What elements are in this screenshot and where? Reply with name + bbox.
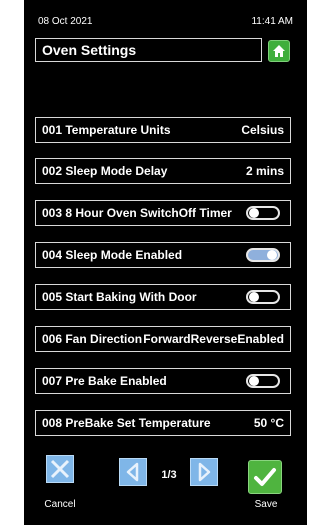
setting-sleep-mode-delay[interactable]: 002 Sleep Mode Delay 2 mins: [35, 158, 291, 184]
setting-label: 008 PreBake Set Temperature: [42, 416, 211, 430]
toggle-switch-off[interactable]: [246, 374, 280, 388]
status-time: 11:41 AM: [251, 16, 293, 27]
cancel-button[interactable]: [46, 455, 74, 483]
oven-screen: 08 Oct 2021 11:41 AM Oven Settings 001 T…: [24, 0, 307, 525]
setting-temperature-units[interactable]: 001 Temperature Units Celsius: [35, 117, 291, 143]
previous-page-button[interactable]: [119, 458, 147, 486]
setting-value: Celsius: [241, 123, 284, 137]
status-bar: 08 Oct 2021 11:41 AM: [38, 16, 293, 30]
setting-label: 006 Fan Direction: [42, 332, 143, 346]
setting-value: ForwardReverseEnabled: [143, 332, 284, 346]
chevron-left-icon: [120, 459, 146, 485]
setting-value: 50 °C: [253, 416, 284, 430]
toggle-knob: [249, 208, 259, 218]
toggle-knob: [249, 376, 259, 386]
setting-sleep-mode-enabled[interactable]: 004 Sleep Mode Enabled: [35, 242, 291, 268]
cancel-label: Cancel: [44, 499, 76, 510]
page-title: Oven Settings: [35, 38, 262, 62]
setting-fan-direction[interactable]: 006 Fan Direction ForwardReverseEnabled: [35, 326, 291, 352]
toggle-switch-on[interactable]: [246, 248, 280, 262]
setting-value: 2 mins: [245, 164, 284, 178]
setting-start-baking-with-door[interactable]: 005 Start Baking With Door: [35, 284, 291, 310]
status-date: 08 Oct 2021: [38, 16, 93, 27]
save-label: Save: [254, 499, 278, 510]
page-indicator: 1/3: [161, 469, 177, 481]
toggle-knob: [249, 292, 259, 302]
home-button[interactable]: [268, 40, 290, 62]
setting-label: 001 Temperature Units: [42, 123, 171, 137]
next-page-button[interactable]: [190, 458, 218, 486]
setting-prebake-set-temperature[interactable]: 008 PreBake Set Temperature 50 °C: [35, 410, 291, 436]
save-button[interactable]: [248, 460, 282, 494]
setting-label: 005 Start Baking With Door: [42, 290, 197, 304]
setting-label: 007 Pre Bake Enabled: [42, 374, 167, 388]
bottom-bar: Cancel 1/3 Save: [24, 455, 307, 515]
toggle-knob: [267, 250, 277, 260]
setting-label: 004 Sleep Mode Enabled: [42, 248, 183, 262]
checkmark-icon: [249, 461, 281, 493]
close-icon: [47, 456, 73, 482]
setting-label: 002 Sleep Mode Delay: [42, 164, 168, 178]
setting-pre-bake-enabled[interactable]: 007 Pre Bake Enabled: [35, 368, 291, 394]
toggle-switch-off[interactable]: [246, 206, 280, 220]
setting-8-hour-switchoff-timer[interactable]: 003 8 Hour Oven SwitchOff Timer: [35, 200, 291, 226]
setting-label: 003 8 Hour Oven SwitchOff Timer: [42, 206, 232, 220]
chevron-right-icon: [191, 459, 217, 485]
toggle-switch-off[interactable]: [246, 290, 280, 304]
